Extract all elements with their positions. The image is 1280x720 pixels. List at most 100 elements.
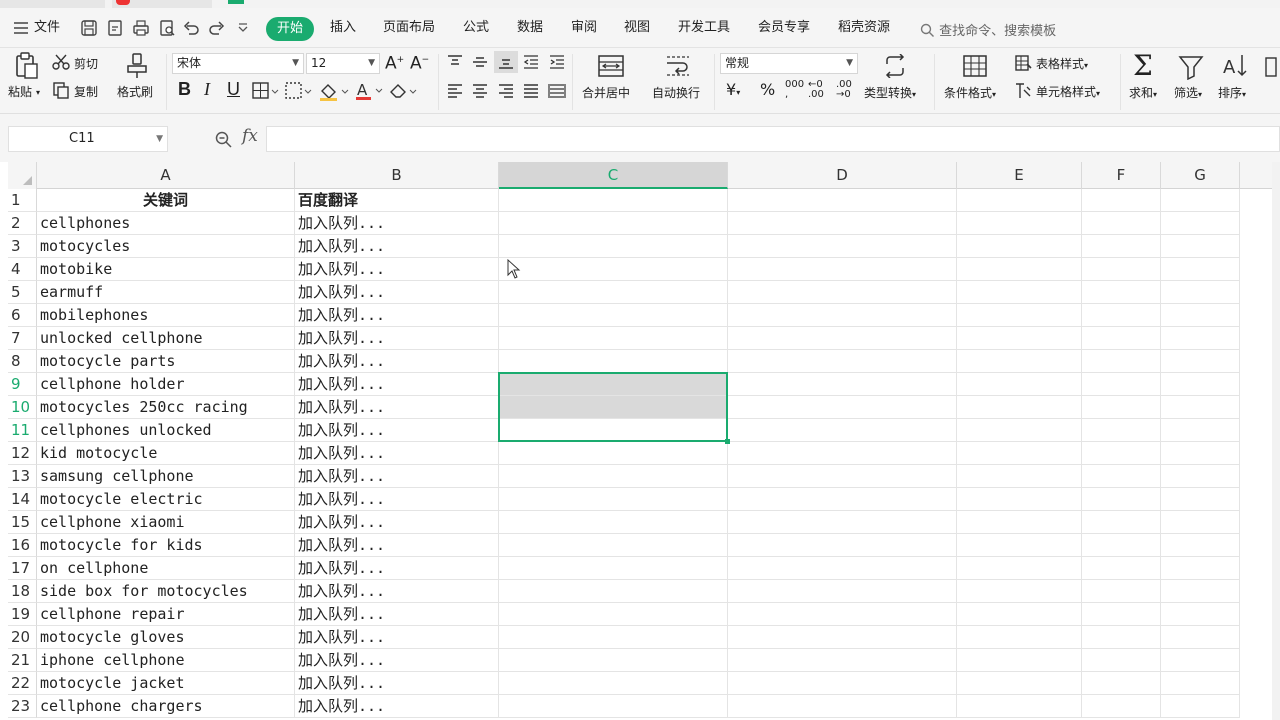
align-right-icon[interactable] bbox=[497, 83, 515, 99]
cell-f17[interactable] bbox=[1082, 557, 1161, 580]
cell-d10[interactable] bbox=[728, 396, 957, 419]
merge-center-button[interactable]: 合并居中 bbox=[582, 86, 630, 100]
cell-d3[interactable] bbox=[728, 235, 957, 258]
tab-review[interactable]: 审阅 bbox=[571, 20, 597, 36]
cell-c16[interactable] bbox=[499, 534, 728, 557]
distributed-align-icon[interactable] bbox=[548, 83, 566, 99]
cell-b14[interactable]: 加入队列... bbox=[295, 488, 499, 511]
customize-toolbar-icon[interactable] bbox=[236, 19, 250, 37]
cell-d16[interactable] bbox=[728, 534, 957, 557]
cell-c11[interactable] bbox=[499, 419, 728, 442]
row-header[interactable]: 9 bbox=[8, 373, 37, 396]
cell-a18[interactable]: side box for motocycles bbox=[37, 580, 295, 603]
cell-g17[interactable] bbox=[1161, 557, 1240, 580]
conditional-format-button[interactable]: 条件格式▾ bbox=[944, 86, 996, 102]
cell-e21[interactable] bbox=[957, 649, 1082, 672]
cell-f11[interactable] bbox=[1082, 419, 1161, 442]
cut-button[interactable]: 剪切 bbox=[74, 57, 98, 71]
cell-b21[interactable]: 加入队列... bbox=[295, 649, 499, 672]
cell-a12[interactable]: kid motocycle bbox=[37, 442, 295, 465]
cell-c7[interactable] bbox=[499, 327, 728, 350]
cell-e3[interactable] bbox=[957, 235, 1082, 258]
window-tab[interactable] bbox=[112, 0, 212, 8]
cell-d2[interactable] bbox=[728, 212, 957, 235]
align-center-icon[interactable] bbox=[471, 83, 489, 99]
cell-a7[interactable]: unlocked cellphone bbox=[37, 327, 295, 350]
table-style-button[interactable]: 表格样式▾ bbox=[1036, 57, 1088, 73]
cell-f5[interactable] bbox=[1082, 281, 1161, 304]
row-header[interactable]: 12 bbox=[8, 442, 37, 465]
cell-f7[interactable] bbox=[1082, 327, 1161, 350]
hamburger-menu-icon[interactable] bbox=[12, 19, 30, 37]
cell-f15[interactable] bbox=[1082, 511, 1161, 534]
merge-center-icon[interactable] bbox=[597, 54, 625, 78]
cell-b18[interactable]: 加入队列... bbox=[295, 580, 499, 603]
cell-d5[interactable] bbox=[728, 281, 957, 304]
cell-c12[interactable] bbox=[499, 442, 728, 465]
select-all-corner[interactable] bbox=[8, 162, 37, 189]
column-header-b[interactable]: B bbox=[295, 162, 499, 189]
fill-pattern-icon[interactable] bbox=[285, 82, 313, 100]
increase-indent-icon[interactable] bbox=[548, 54, 566, 70]
cell-g21[interactable] bbox=[1161, 649, 1240, 672]
export-pdf-icon[interactable] bbox=[106, 19, 124, 37]
row-header[interactable]: 1 bbox=[8, 189, 37, 212]
save-icon[interactable] bbox=[80, 19, 98, 37]
cell-a6[interactable]: mobilephones bbox=[37, 304, 295, 327]
cell-f19[interactable] bbox=[1082, 603, 1161, 626]
cell-e13[interactable] bbox=[957, 465, 1082, 488]
cell-f16[interactable] bbox=[1082, 534, 1161, 557]
decrease-font-size-icon[interactable]: A− bbox=[410, 53, 429, 72]
cell-e12[interactable] bbox=[957, 442, 1082, 465]
cell-c22[interactable] bbox=[499, 672, 728, 695]
row-header[interactable]: 22 bbox=[8, 672, 37, 695]
decrease-decimal-icon[interactable]: .00 →0 bbox=[836, 80, 852, 100]
cell-d23[interactable] bbox=[728, 695, 957, 718]
cell-d9[interactable] bbox=[728, 373, 957, 396]
cell-b2[interactable]: 加入队列... bbox=[295, 212, 499, 235]
cell-e4[interactable] bbox=[957, 258, 1082, 281]
paste-icon[interactable] bbox=[14, 52, 40, 80]
cell-d22[interactable] bbox=[728, 672, 957, 695]
paste-button[interactable]: 粘贴 bbox=[8, 85, 32, 99]
cell-b7[interactable]: 加入队列... bbox=[295, 327, 499, 350]
cell-a11[interactable]: cellphones unlocked bbox=[37, 419, 295, 442]
cell-a23[interactable]: cellphone chargers bbox=[37, 695, 295, 718]
row-header[interactable]: 8 bbox=[8, 350, 37, 373]
row-header[interactable]: 10 bbox=[8, 396, 37, 419]
cell-c20[interactable] bbox=[499, 626, 728, 649]
cell-g18[interactable] bbox=[1161, 580, 1240, 603]
row-header[interactable]: 21 bbox=[8, 649, 37, 672]
cell-f13[interactable] bbox=[1082, 465, 1161, 488]
cell-g10[interactable] bbox=[1161, 396, 1240, 419]
conditional-format-icon[interactable] bbox=[962, 54, 988, 78]
increase-decimal-icon[interactable]: ←0.00 bbox=[808, 80, 824, 100]
cell-e10[interactable] bbox=[957, 396, 1082, 419]
type-convert-icon[interactable] bbox=[882, 54, 908, 78]
cell-g12[interactable] bbox=[1161, 442, 1240, 465]
cell-c10[interactable] bbox=[499, 396, 728, 419]
cell-g7[interactable] bbox=[1161, 327, 1240, 350]
fill-icon[interactable] bbox=[1264, 56, 1278, 78]
cell-e15[interactable] bbox=[957, 511, 1082, 534]
cell-d13[interactable] bbox=[728, 465, 957, 488]
row-header[interactable]: 2 bbox=[8, 212, 37, 235]
cell-e5[interactable] bbox=[957, 281, 1082, 304]
justify-icon[interactable] bbox=[522, 83, 540, 99]
cell-f14[interactable] bbox=[1082, 488, 1161, 511]
cell-b22[interactable]: 加入队列... bbox=[295, 672, 499, 695]
cell-b12[interactable]: 加入队列... bbox=[295, 442, 499, 465]
cell-c19[interactable] bbox=[499, 603, 728, 626]
tab-insert[interactable]: 插入 bbox=[330, 20, 356, 36]
cell-a16[interactable]: motocycle for kids bbox=[37, 534, 295, 557]
cell-c9[interactable] bbox=[499, 373, 728, 396]
cell-b15[interactable]: 加入队列... bbox=[295, 511, 499, 534]
cell-b10[interactable]: 加入队列... bbox=[295, 396, 499, 419]
scissors-icon[interactable] bbox=[52, 54, 70, 70]
cell-a9[interactable]: cellphone holder bbox=[37, 373, 295, 396]
formula-input[interactable] bbox=[266, 126, 1280, 152]
row-header[interactable]: 5 bbox=[8, 281, 37, 304]
cell-e6[interactable] bbox=[957, 304, 1082, 327]
borders-icon[interactable] bbox=[252, 82, 280, 100]
cell-a15[interactable]: cellphone xiaomi bbox=[37, 511, 295, 534]
